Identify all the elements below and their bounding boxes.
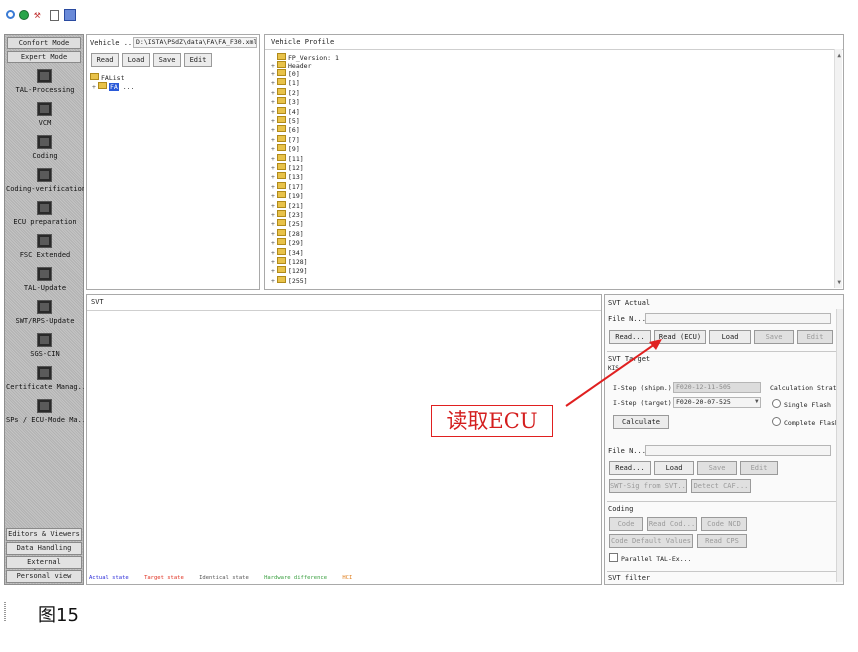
caption-marker — [4, 602, 6, 622]
annotation-text: 读取ECU — [446, 409, 538, 433]
figure-caption: 图15 — [38, 605, 79, 626]
annotation-arrow — [565, 339, 662, 407]
